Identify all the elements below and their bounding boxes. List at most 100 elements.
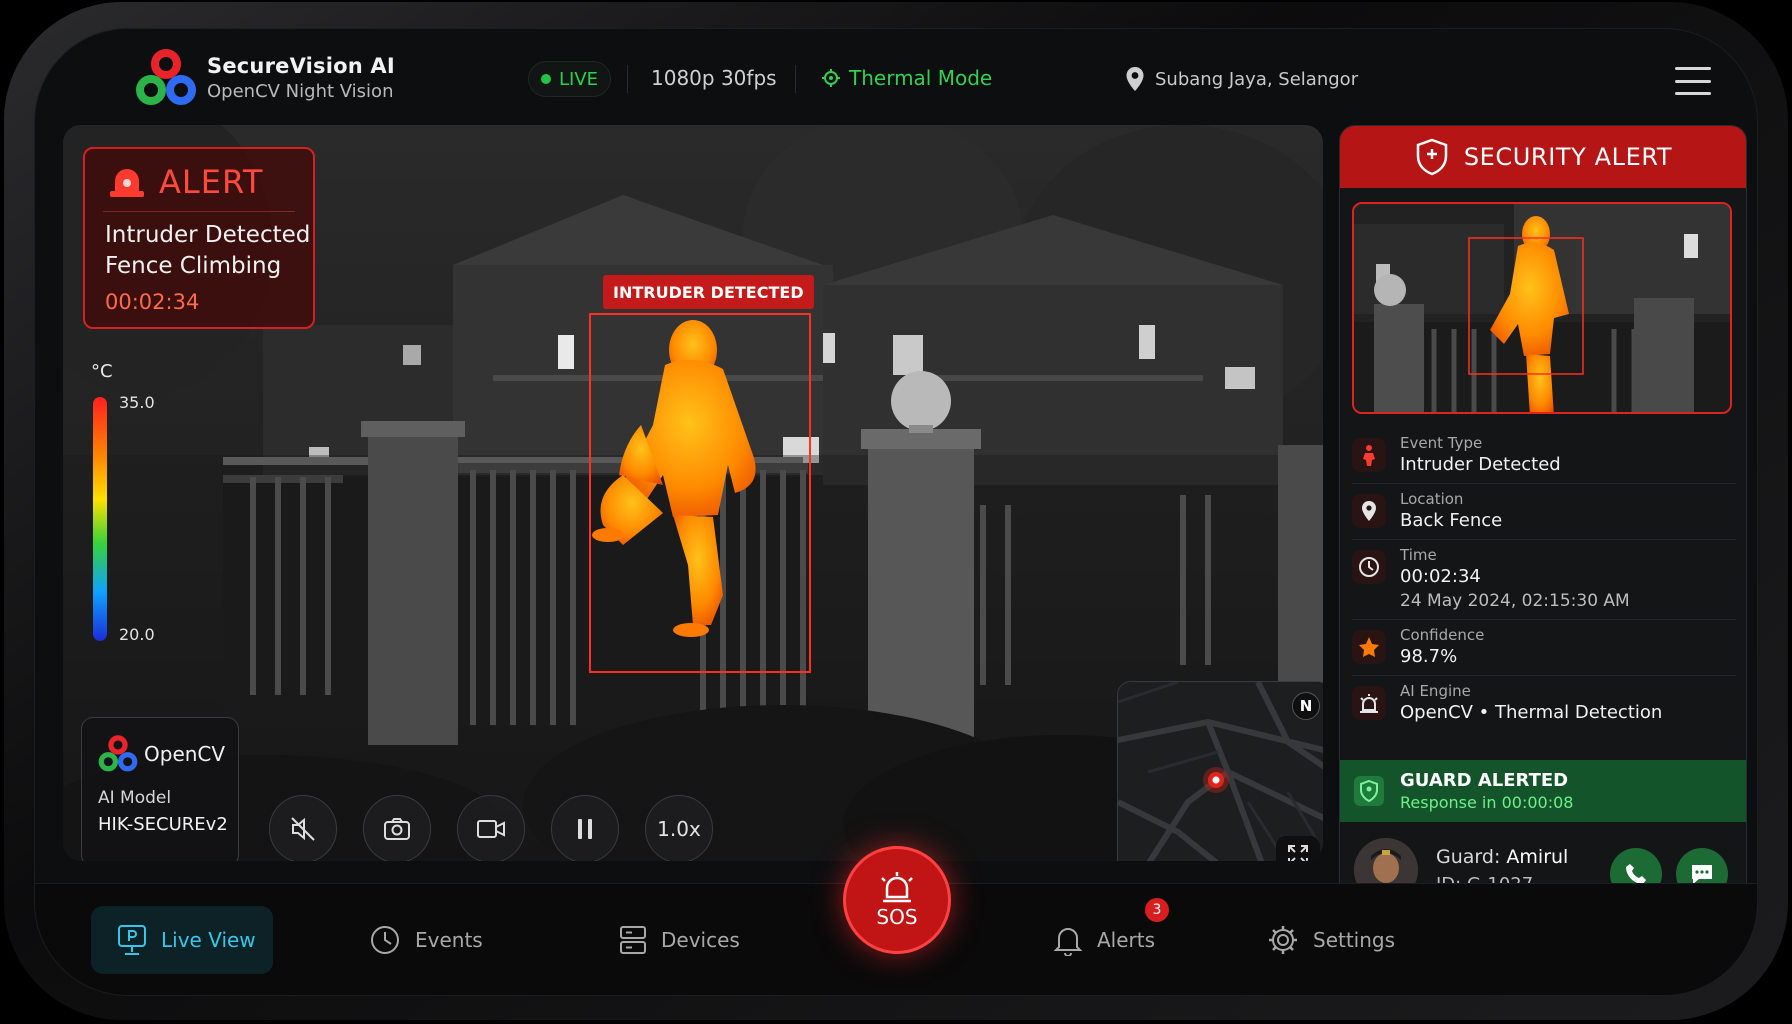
shield-icon (1416, 138, 1448, 176)
alert-title: ALERT (159, 163, 264, 201)
opencv-logo-icon (136, 49, 196, 105)
playback-speed-label: 1.0x (657, 817, 701, 841)
clock-icon (1352, 550, 1386, 584)
ai-engine-icon (1352, 686, 1386, 720)
guard-status: GUARD ALERTED (1400, 770, 1569, 791)
temperature-scale-bar (93, 397, 107, 641)
server-icon (620, 926, 646, 954)
speaker-muted-icon (291, 817, 315, 841)
live-label: LIVE (559, 68, 599, 90)
resolution-label: 1080p 30fps (651, 66, 777, 90)
snapshot-button[interactable] (363, 795, 431, 861)
event-details: Event Type Intruder Detected Location Ba… (1352, 428, 1736, 731)
ai-model-card: OpenCV AI Model HIK-SECUREv2 (81, 717, 239, 861)
ai-model-key: AI Model (98, 788, 172, 808)
minimap[interactable]: N (1117, 681, 1323, 861)
device-frame: SecureVision AI OpenCV Night Vision LIVE… (4, 2, 1788, 1020)
video-camera-icon (477, 820, 505, 838)
confidence-key: Confidence (1400, 626, 1485, 644)
opencv-logo-icon (98, 735, 138, 772)
guard-label: Guard: (1436, 845, 1501, 868)
clock-icon (371, 926, 399, 954)
confidence-row: Confidence 98.7% (1352, 620, 1736, 676)
alert-line-2: Fence Climbing (105, 253, 282, 279)
camera-icon (384, 818, 410, 840)
nav-settings[interactable]: Settings (1267, 906, 1395, 974)
time-value: 00:02:34 (1400, 566, 1481, 587)
alert-snapshot[interactable] (1352, 202, 1732, 414)
detection-bounding-box (589, 313, 811, 673)
nav-devices[interactable]: Devices (619, 906, 740, 974)
temperature-min: 20.0 (119, 625, 155, 644)
bottom-navigation: Live View Events Devices SOS Alerts 3 Se… (35, 846, 1757, 995)
pause-button[interactable] (551, 795, 619, 861)
temperature-unit: °C (91, 361, 113, 382)
thermal-mode-toggle[interactable]: Thermal Mode (821, 66, 992, 90)
ai-engine-value: OpenCV • Thermal Detection (1400, 702, 1663, 723)
event-type-row: Event Type Intruder Detected (1352, 428, 1736, 484)
location-value: Back Fence (1400, 510, 1503, 531)
nav-alerts[interactable]: Alerts (1053, 906, 1155, 974)
opencv-label: OpenCV (144, 742, 226, 766)
location-pin-icon (1352, 494, 1386, 528)
nav-settings-label: Settings (1313, 928, 1396, 952)
live-dot-icon (541, 74, 551, 84)
nav-live-view-label: Live View (161, 928, 256, 952)
timestamp-value: 24 May 2024, 02:15:30 AM (1400, 591, 1630, 611)
camera-location: Subang Jaya, Selangor (1125, 66, 1358, 92)
alert-timer: 00:02:34 (105, 290, 200, 314)
security-alert-panel: SECURITY ALERT Event Type Intruder Detec… (1339, 125, 1747, 915)
nav-events-label: Events (415, 928, 483, 952)
time-key: Time (1400, 546, 1437, 564)
app-subtitle: OpenCV Night Vision (207, 81, 394, 102)
live-video-feed[interactable]: ALERT Intruder Detected Fence Climbing 0… (63, 125, 1323, 861)
nav-live-view[interactable]: Live View (91, 906, 273, 974)
gear-icon (1269, 926, 1297, 954)
divider (627, 65, 628, 93)
pause-icon (578, 819, 592, 839)
nav-devices-label: Devices (661, 928, 740, 952)
playback-speed-button[interactable]: 1.0x (645, 795, 713, 861)
confidence-value: 98.7% (1400, 646, 1458, 667)
menu-icon[interactable] (1675, 67, 1711, 95)
event-type-key: Event Type (1400, 434, 1483, 452)
guard-name: Amirul (1506, 845, 1569, 868)
confidence-icon (1352, 630, 1386, 664)
ai-model-value: HIK-SECUREv2 (98, 814, 228, 835)
location-row: Location Back Fence (1352, 484, 1736, 540)
app-name: SecureVision AI (207, 54, 395, 78)
mute-button[interactable] (269, 795, 337, 861)
compass-north: N (1292, 692, 1320, 720)
divider (103, 211, 295, 212)
sos-button[interactable]: SOS (843, 846, 951, 954)
security-alert-title: SECURITY ALERT (1463, 143, 1673, 171)
ai-engine-key: AI Engine (1400, 682, 1471, 700)
divider (795, 65, 796, 93)
bell-icon (1053, 928, 1083, 956)
event-type-value: Intruder Detected (1400, 454, 1561, 475)
alert-line-1: Intruder Detected (105, 222, 311, 248)
guard-response-time: Response in 00:00:08 (1400, 793, 1574, 812)
sos-label: SOS (876, 905, 918, 929)
thermal-icon (822, 69, 840, 87)
siren-icon (881, 872, 913, 903)
thermal-mode-label: Thermal Mode (849, 66, 993, 90)
location-key: Location (1400, 490, 1464, 508)
live-indicator: LIVE (528, 61, 612, 97)
nav-events[interactable]: Events (369, 906, 483, 974)
time-row: Time 00:02:34 24 May 2024, 02:15:30 AM (1352, 540, 1736, 620)
detection-tag: INTRUDER DETECTED (603, 275, 814, 309)
expand-map-button[interactable] (1276, 836, 1320, 861)
intrusion-alert-card[interactable]: ALERT Intruder Detected Fence Climbing 0… (83, 147, 315, 329)
person-alert-icon (1352, 438, 1386, 472)
app-screen: SecureVision AI OpenCV Night Vision LIVE… (34, 28, 1758, 996)
shield-check-icon (1354, 776, 1384, 806)
location-pin-icon (1126, 67, 1144, 91)
alerts-count-badge: 3 (1145, 898, 1169, 922)
ai-engine-row: AI Engine OpenCV • Thermal Detection (1352, 676, 1736, 731)
siren-icon (110, 169, 144, 197)
record-button[interactable] (457, 795, 525, 861)
expand-icon (1288, 845, 1308, 861)
live-view-icon (118, 925, 146, 955)
guard-alerted-banner: GUARD ALERTED Response in 00:00:08 (1340, 760, 1746, 822)
